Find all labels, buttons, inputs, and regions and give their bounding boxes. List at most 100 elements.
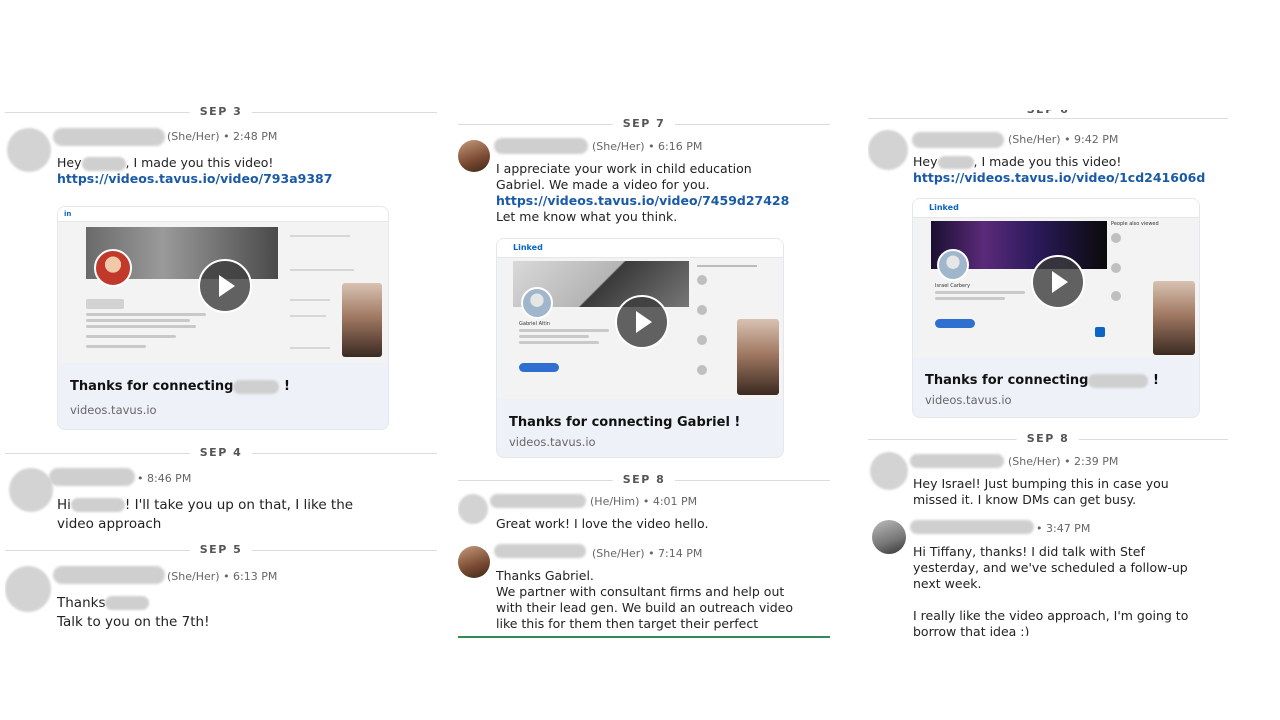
redacted-name [1088, 373, 1149, 388]
message-meta: (She/Her) • 9:42 PM [1008, 133, 1119, 146]
redacted-name [70, 498, 125, 512]
text-line [86, 335, 176, 338]
date-divider: SEP 8 [868, 431, 1228, 447]
linkedin-toolbar: in [58, 207, 388, 222]
webcam-overlay [737, 319, 779, 395]
message-text: Hey [913, 154, 938, 169]
video-link[interactable]: https://videos.tavus.io/video/7459d27428 [496, 193, 789, 208]
text-line [935, 297, 1005, 300]
profile-name: Israel Carbery [935, 283, 971, 289]
text-line [519, 329, 609, 332]
message-text: Thanks [57, 595, 106, 611]
message-text: ! I'll take you up on that, I like the [124, 497, 354, 513]
avatar[interactable] [458, 494, 488, 524]
message-text: Hey [57, 155, 82, 170]
avatar[interactable] [5, 566, 51, 612]
avatar[interactable] [9, 468, 53, 512]
connect-button [935, 319, 975, 328]
video-link[interactable]: https://videos.tavus.io/video/793a9387 [57, 171, 332, 186]
redacted-name [494, 138, 588, 154]
text-line [290, 235, 350, 237]
viewer-photo [1111, 233, 1121, 243]
message-body: Hi Tiffany, thanks! I did talk with Stef… [913, 544, 1188, 636]
connect-button [519, 363, 559, 372]
message-text: Talk to you on the 7th! [57, 614, 210, 630]
redacted-name [910, 454, 1004, 468]
play-icon[interactable] [615, 295, 669, 349]
message-text: , I made you this video! [973, 154, 1122, 169]
avatar[interactable] [872, 520, 906, 554]
link-preview-card[interactable]: in Thanks for connecting ! videos.tavus.… [57, 206, 389, 430]
profile-photo [94, 249, 132, 287]
linkedin-icon [1095, 327, 1105, 337]
webcam-overlay [342, 283, 382, 357]
redacted-name [53, 566, 165, 584]
sidebar-title: People also viewed [1111, 221, 1159, 227]
video-thumbnail[interactable]: Linked Gabriel Altin [497, 239, 783, 399]
message-text: yesterday, and we've scheduled a follow-… [913, 560, 1188, 575]
redacted-name [81, 156, 126, 171]
date-label: SEP 7 [612, 116, 676, 132]
redacted-name [233, 379, 280, 394]
redacted-name [105, 596, 150, 610]
message-body: Hey , I made you this video! https://vide… [913, 154, 1205, 186]
play-icon[interactable] [198, 259, 252, 313]
redacted-name [937, 156, 974, 169]
redacted-name [490, 494, 586, 508]
linkedin-logo: Linked [513, 243, 543, 252]
message-text: Gabriel. We made a video for you. [496, 177, 710, 192]
date-label: SEP 4 [189, 445, 253, 461]
link-preview-card[interactable]: Linked Israel Carbery People also viewed… [912, 198, 1200, 418]
redacted-name [912, 132, 1004, 148]
date-label: SEP 8 [612, 472, 676, 488]
text-line [86, 325, 196, 328]
message-text: borrow that idea :) [913, 624, 1030, 636]
text-line [290, 347, 330, 349]
message-text: next week. [913, 576, 982, 591]
viewer-photo [1111, 263, 1121, 273]
card-title-text: Thanks for connecting [925, 373, 1089, 388]
message-text: Thanks Gabriel. [496, 568, 594, 583]
message-text: I appreciate your work in child educatio… [496, 161, 752, 176]
text-line [86, 313, 206, 316]
redacted-name [49, 468, 135, 486]
date-divider: SEP 3 [5, 104, 437, 120]
date-divider: SEP 5 [5, 542, 437, 558]
date-divider: SEP 7 [458, 116, 830, 132]
avatar[interactable] [868, 130, 908, 170]
redacted-name [86, 299, 124, 309]
play-icon[interactable] [1031, 255, 1085, 309]
card-title-end: ! [284, 379, 290, 394]
avatar[interactable] [7, 128, 51, 172]
message-meta: (She/Her) • 2:39 PM [1008, 455, 1119, 468]
date-label: SEP 3 [189, 104, 253, 120]
viewer-photo [697, 365, 707, 375]
video-link[interactable]: https://videos.tavus.io/video/1cd241606d [913, 170, 1205, 185]
video-thumbnail[interactable]: Linked Israel Carbery People also viewed [913, 199, 1199, 357]
conversation-panel-1: SEP 3 (She/Her) • 2:48 PM Hey , I made yo… [5, 100, 437, 640]
link-preview-card[interactable]: Linked Gabriel Altin Thanks for connecti… [496, 238, 784, 458]
avatar[interactable] [870, 452, 908, 490]
message-body: Hi ! I'll take you up on that, I like the… [57, 496, 353, 534]
divider [458, 636, 830, 638]
message-meta: (She/Her) • 6:13 PM [167, 570, 278, 583]
date-label: SEP 5 [189, 542, 253, 558]
message-body: Great work! I love the video hello. [496, 516, 709, 531]
message-body: Hey Israel! Just bumping this in case yo… [913, 476, 1169, 508]
text-line [519, 335, 589, 338]
linkedin-logo: in [64, 210, 72, 218]
profile-photo [521, 287, 553, 319]
message-body: I appreciate your work in child educatio… [496, 161, 789, 225]
text-line [519, 341, 599, 344]
card-domain: videos.tavus.io [70, 403, 157, 417]
text-line [290, 269, 354, 271]
message-body: Thanks Gabriel. We partner with consulta… [496, 568, 793, 632]
viewer-photo [1111, 291, 1121, 301]
message-body: Thanks Talk to you on the 7th! [57, 594, 210, 632]
avatar[interactable] [458, 140, 490, 172]
message-text: Hi Tiffany, thanks! I did talk with Stef [913, 544, 1145, 559]
message-meta: (She/Her) • 7:14 PM [592, 547, 703, 560]
video-thumbnail[interactable]: in [58, 207, 388, 363]
viewer-photo [697, 305, 707, 315]
avatar[interactable] [458, 546, 490, 578]
